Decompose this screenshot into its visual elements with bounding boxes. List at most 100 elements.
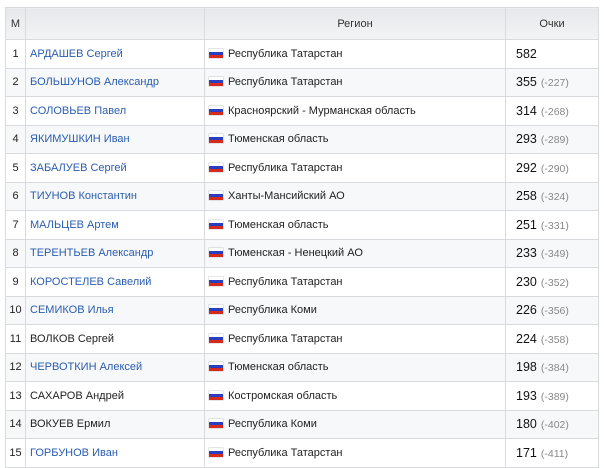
athlete-link[interactable]: СОЛОВЬЕВ Павел [30,105,126,117]
points-diff: (-356) [540,305,569,318]
place-cell: 2 [5,67,26,97]
points-value: 171 [516,445,537,460]
points-cell: 198 (-384) [505,352,599,382]
athlete-link[interactable]: МАЛЬЦЕВ Артем [30,219,119,231]
points-value: 314 [516,103,537,118]
russia-flag-icon [209,77,223,87]
points-cell: 355 (-227) [505,67,599,97]
points-diff: (-290) [540,162,569,175]
region-name: Ханты-Мансийский АО [228,190,345,203]
name-cell: ЧЕРВОТКИН Алексей [25,352,205,382]
points-cell: 314 (-268) [505,96,599,126]
name-cell: АРДАШЕВ Сергей [25,39,205,69]
athlete-link[interactable]: ГОРБУНОВ Иван [30,447,118,459]
points-diff: (-268) [540,105,569,118]
table-row: 5 ЗАБАЛУЕВ Сергей Республика Татарстан 2… [5,153,599,183]
place-cell: 3 [5,96,26,126]
name-cell: ВОЛКОВ Сергей [25,324,205,354]
name-cell: ЯКИМУШКИН Иван [25,124,205,154]
athlete-link[interactable]: ТИУНОВ Константин [30,190,137,202]
points-cell: 293 (-289) [505,124,599,154]
name-cell: КОРОСТЕЛЕВ Савелий [25,267,205,297]
region-cell: Республика Татарстан [204,267,506,297]
points-value: 258 [516,189,537,204]
region-cell: Республика Татарстан [204,39,506,69]
athlete-link[interactable]: ТЕРЕНТЬЕВ Александр [30,247,153,259]
points-diff: (-324) [540,191,569,204]
place-cell: 9 [5,267,26,297]
points-value: 293 [516,132,537,147]
region-cell: Ханты-Мансийский АО [204,181,506,211]
points-cell: 230 (-352) [505,267,599,297]
region-name: Красноярский - Мурманская область [228,104,416,117]
points-diff: (-352) [540,276,569,289]
place-cell: 6 [5,181,26,211]
region-name: Костромская область [228,389,338,402]
points-value: 226 [516,303,537,318]
table-row: 1 АРДАШЕВ Сергей Республика Татарстан 58… [5,39,599,69]
points-value: 251 [516,217,537,232]
points-cell: 193 (-389) [505,381,599,411]
russia-flag-icon [209,447,223,457]
russia-flag-icon [209,248,223,258]
table-header: М Регион Очки [5,7,599,40]
name-cell: БОЛЬШУНОВ Александр [25,67,205,97]
athlete-link[interactable]: ЗАБАЛУЕВ Сергей [30,162,127,174]
points-cell: 251 (-331) [505,210,599,240]
table-row: 15 ГОРБУНОВ Иван Республика Татарстан 17… [5,438,599,468]
athlete-link[interactable]: КОРОСТЕЛЕВ Савелий [30,276,151,288]
russia-flag-icon [209,333,223,343]
athlete-link[interactable]: СЕМИКОВ Илья [30,304,114,316]
table-row: 8 ТЕРЕНТЬЕВ Александр Тюменская - Ненецк… [5,238,599,268]
table-row: 2 БОЛЬШУНОВ Александр Республика Татарст… [5,67,599,97]
header-name[interactable] [25,7,205,40]
region-name: Тюменская - Ненецкий АО [228,247,363,260]
region-name: Республика Коми [228,418,317,431]
place-cell: 5 [5,153,26,183]
points-value: 198 [516,360,537,375]
table-row: 11 ВОЛКОВ Сергей Республика Татарстан 22… [5,324,599,354]
header-points[interactable]: Очки [505,7,599,40]
region-name: Республика Татарстан [228,161,343,174]
russia-flag-icon [209,362,223,372]
name-cell: САХАРОВ Андрей [25,381,205,411]
place-cell: 10 [5,295,26,325]
points-value: 292 [516,160,537,175]
athlete-link[interactable]: АРДАШЕВ Сергей [30,48,123,60]
region-name: Республика Татарстан [228,76,343,89]
athlete-link[interactable]: ЧЕРВОТКИН Алексей [30,361,142,373]
header-region[interactable]: Регион [204,7,506,40]
russia-flag-icon [209,191,223,201]
region-cell: Республика Татарстан [204,438,506,468]
points-cell: 233 (-349) [505,238,599,268]
place-cell: 14 [5,409,26,439]
name-cell: ГОРБУНОВ Иван [25,438,205,468]
name-cell: СОЛОВЬЕВ Павел [25,96,205,126]
table-row: 6 ТИУНОВ Константин Ханты-Мансийский АО … [5,181,599,211]
points-cell: 582 [505,39,599,69]
points-diff: (-411) [540,447,569,460]
table-row: 12 ЧЕРВОТКИН Алексей Тюменская область 1… [5,352,599,382]
russia-flag-icon [209,305,223,315]
points-cell: 171 (-411) [505,438,599,468]
header-place[interactable]: М [5,7,26,40]
name-cell: ЗАБАЛУЕВ Сергей [25,153,205,183]
points-cell: 226 (-356) [505,295,599,325]
table-row: 10 СЕМИКОВ Илья Республика Коми 226 (-356… [5,295,599,325]
place-cell: 8 [5,238,26,268]
athlete-link[interactable]: БОЛЬШУНОВ Александр [30,76,159,88]
points-cell: 180 (-402) [505,409,599,439]
athlete-link[interactable]: ЯКИМУШКИН Иван [30,133,130,145]
region-cell: Тюменская область [204,352,506,382]
region-cell: Республика Татарстан [204,324,506,354]
place-cell: 4 [5,124,26,154]
points-value: 233 [516,246,537,261]
place-cell: 13 [5,381,26,411]
table-row: 7 МАЛЬЦЕВ Артем Тюменская область 251 (-3… [5,210,599,240]
table-row: 13 САХАРОВ Андрей Костромская область 19… [5,381,599,411]
points-diff: (-227) [540,77,569,90]
region-cell: Республика Коми [204,295,506,325]
russia-flag-icon [209,419,223,429]
region-name: Республика Татарстан [228,332,343,345]
points-value: 355 [516,75,537,90]
